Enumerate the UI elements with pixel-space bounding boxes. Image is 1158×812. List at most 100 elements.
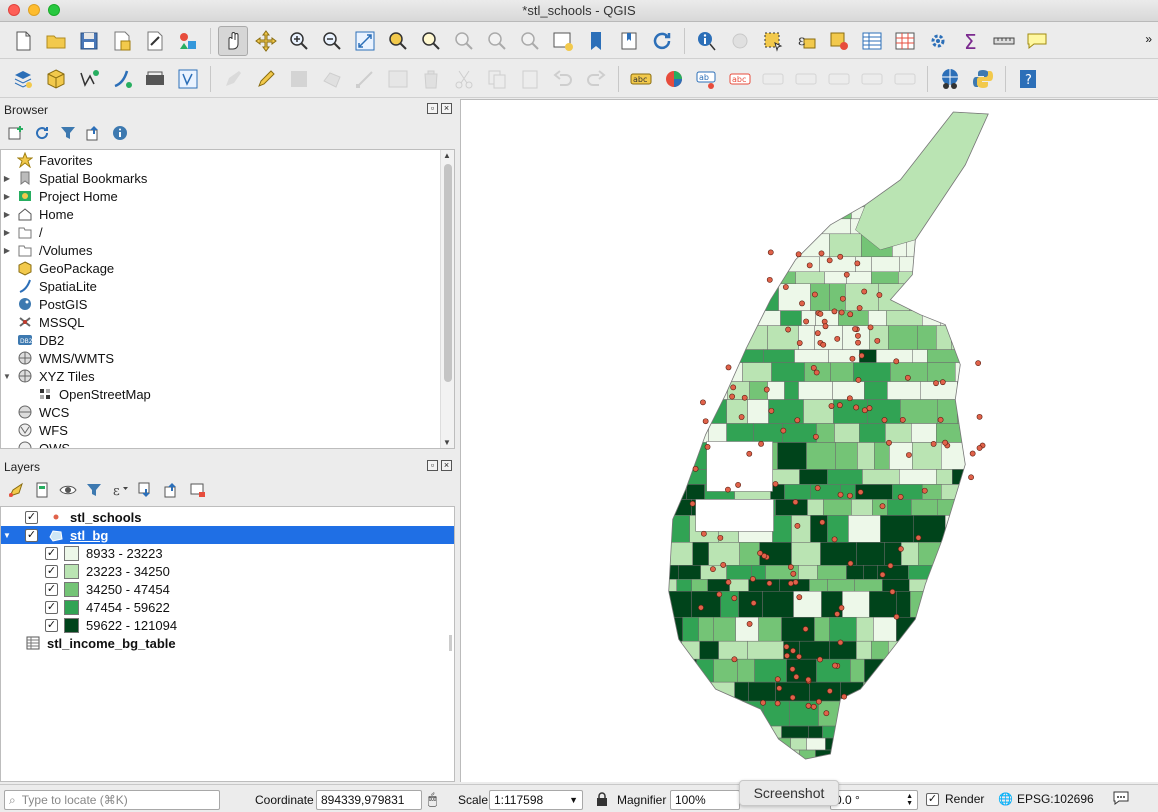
filter-by-expression-icon[interactable]: ε xyxy=(110,480,130,500)
browser-item[interactable]: WCS xyxy=(1,403,440,421)
coordinate-field[interactable]: 894339,979831 xyxy=(316,790,422,810)
scale-combobox[interactable]: 1:117598 ▼ xyxy=(489,790,583,810)
rotate-label-icon[interactable] xyxy=(791,64,821,94)
print-layout-icon[interactable] xyxy=(140,26,170,56)
locator-search-input[interactable]: ⌕ Type to locate (⌘K) xyxy=(4,790,220,810)
deselect-features-icon[interactable] xyxy=(824,26,854,56)
toolbar-overflow-icon[interactable]: » xyxy=(1145,32,1152,46)
delete-selected-icon[interactable] xyxy=(416,64,446,94)
collapse-arrow-icon[interactable]: ▼ xyxy=(1,531,13,540)
map-canvas[interactable] xyxy=(460,99,1158,782)
add-feature-icon[interactable] xyxy=(317,64,347,94)
open-layer-styling-icon[interactable] xyxy=(6,480,26,500)
map-svg[interactable] xyxy=(461,100,1158,782)
run-action-icon[interactable] xyxy=(725,26,755,56)
crs-button[interactable]: EPSG:102696 xyxy=(1017,792,1094,806)
select-features-icon[interactable] xyxy=(758,26,788,56)
properties-icon[interactable] xyxy=(110,123,130,143)
data-source-manager-icon[interactable] xyxy=(8,64,38,94)
toggle-extents-icon[interactable]: 🖱 xyxy=(428,791,437,808)
browser-item[interactable]: OWS xyxy=(1,439,440,448)
expand-arrow-icon[interactable]: ▶ xyxy=(1,228,13,237)
layer-visibility-checkbox[interactable]: ✓ xyxy=(25,528,38,542)
toggle-editing-icon[interactable] xyxy=(251,64,281,94)
redo-icon[interactable] xyxy=(581,64,611,94)
filter-legend-icon[interactable] xyxy=(84,480,104,500)
zoom-to-selection-icon[interactable] xyxy=(383,26,413,56)
statistical-summary-icon[interactable]: Σ xyxy=(956,26,986,56)
add-selected-layers-icon[interactable] xyxy=(6,123,26,143)
lock-scale-icon[interactable] xyxy=(596,792,608,806)
collapse-all-icon[interactable] xyxy=(84,123,104,143)
legend-class-row[interactable]: ✓ 47454 - 59622 xyxy=(1,598,440,616)
map-tips-icon[interactable] xyxy=(1022,26,1052,56)
zoom-last-icon[interactable] xyxy=(482,26,512,56)
expand-all-icon[interactable] xyxy=(136,480,156,500)
layer-labeling-icon[interactable]: abc xyxy=(626,64,656,94)
browser-item[interactable]: MSSQL xyxy=(1,313,440,331)
pin-labels-icon[interactable]: ab xyxy=(692,64,722,94)
new-map-view-icon[interactable] xyxy=(548,26,578,56)
add-group-icon[interactable] xyxy=(32,480,52,500)
legend-class-checkbox[interactable]: ✓ xyxy=(45,564,58,578)
expand-arrow-icon[interactable]: ▶ xyxy=(1,174,13,183)
python-console-icon[interactable] xyxy=(968,64,998,94)
label-tool-icon[interactable] xyxy=(890,64,920,94)
manage-map-themes-icon[interactable] xyxy=(58,480,78,500)
magnifier-spinbox[interactable]: 100% xyxy=(670,790,740,810)
cut-features-icon[interactable] xyxy=(449,64,479,94)
layer-row-stl-schools[interactable]: ✓ stl_schools xyxy=(1,508,440,526)
undo-icon[interactable] xyxy=(548,64,578,94)
save-project-icon[interactable] xyxy=(74,26,104,56)
new-temporary-layer-icon[interactable] xyxy=(173,64,203,94)
paste-features-icon[interactable] xyxy=(515,64,545,94)
pan-to-selection-icon[interactable] xyxy=(251,26,281,56)
field-calculator-icon[interactable] xyxy=(890,26,920,56)
layer-diagram-icon[interactable] xyxy=(659,64,689,94)
current-edits-icon[interactable] xyxy=(218,64,248,94)
zoom-in-icon[interactable] xyxy=(284,26,314,56)
browser-item[interactable]: SpatiaLite xyxy=(1,277,440,295)
browser-item[interactable]: OpenStreetMap xyxy=(1,385,440,403)
messages-icon[interactable] xyxy=(1112,790,1130,806)
expand-arrow-icon[interactable]: ▶ xyxy=(1,192,13,201)
legend-class-row[interactable]: ✓ 59622 - 121094 xyxy=(1,616,440,634)
browser-item[interactable]: ▼ XYZ Tiles xyxy=(1,367,440,385)
browser-item[interactable]: ▶ /Volumes xyxy=(1,241,440,259)
copy-features-icon[interactable] xyxy=(482,64,512,94)
browser-item[interactable]: ▶ Spatial Bookmarks xyxy=(1,169,440,187)
legend-class-checkbox[interactable]: ✓ xyxy=(45,546,58,560)
close-panel-icon[interactable]: × xyxy=(441,103,452,114)
zoom-full-icon[interactable] xyxy=(350,26,380,56)
open-project-icon[interactable] xyxy=(41,26,71,56)
modify-attributes-icon[interactable] xyxy=(383,64,413,94)
measure-line-icon[interactable] xyxy=(989,26,1019,56)
expand-arrow-icon[interactable]: ▶ xyxy=(1,246,13,255)
browser-item[interactable]: ▶ Home xyxy=(1,205,440,223)
change-label-icon[interactable] xyxy=(824,64,854,94)
layer-row-stl-income-bg-table[interactable]: stl_income_bg_table xyxy=(1,634,440,652)
label-properties-icon[interactable] xyxy=(857,64,887,94)
legend-class-checkbox[interactable]: ✓ xyxy=(45,618,58,632)
attribute-table-icon[interactable] xyxy=(857,26,887,56)
browser-scrollbar[interactable]: ▲ ▼ xyxy=(440,150,454,448)
legend-class-checkbox[interactable]: ✓ xyxy=(45,582,58,596)
new-shapefile-icon[interactable] xyxy=(74,64,104,94)
rotation-spinbox[interactable]: 0.0 ° ▲ ▼ xyxy=(830,790,918,810)
browser-item[interactable]: PostGIS xyxy=(1,295,440,313)
expand-arrow-icon[interactable]: ▶ xyxy=(1,210,13,219)
close-panel-icon[interactable]: × xyxy=(441,460,452,471)
new-geopackage-icon[interactable] xyxy=(41,64,71,94)
zoom-to-layer-icon[interactable] xyxy=(416,26,446,56)
show-bookmarks-icon[interactable] xyxy=(614,26,644,56)
float-panel-icon[interactable]: ▫ xyxy=(427,460,438,471)
refresh-browser-icon[interactable] xyxy=(32,123,52,143)
browser-item[interactable]: DB2 DB2 xyxy=(1,331,440,349)
legend-class-row[interactable]: ✓ 34250 - 47454 xyxy=(1,580,440,598)
browser-item[interactable]: WMS/WMTS xyxy=(1,349,440,367)
style-manager-icon[interactable] xyxy=(173,26,203,56)
render-checkbox[interactable]: ✓ xyxy=(926,792,939,806)
zoom-out-icon[interactable] xyxy=(317,26,347,56)
zoom-next-icon[interactable] xyxy=(515,26,545,56)
identify-features-icon[interactable] xyxy=(692,26,722,56)
